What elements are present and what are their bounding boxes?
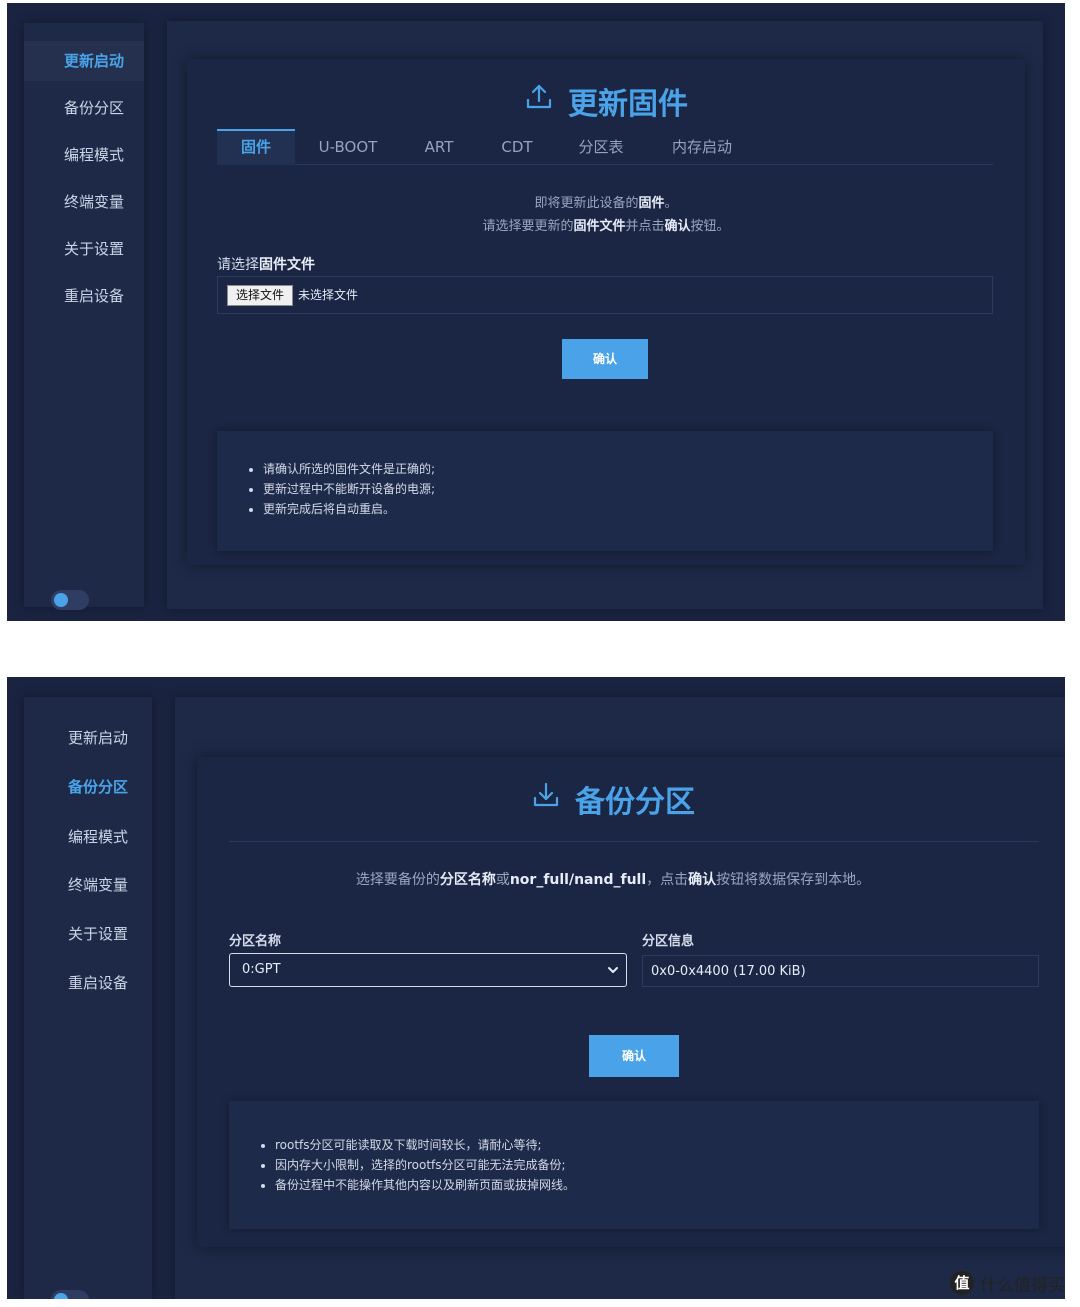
note-item: 备份过程中不能操作其他内容以及刷新页面或拔掉网线。 bbox=[275, 1175, 575, 1195]
notes-box: 请确认所选的固件文件是正确的; 更新过程中不能断开设备的电源; 更新完成后将自动… bbox=[217, 431, 993, 551]
firmware-update-screenshot: 更新启动 备份分区 编程模式 终端变量 关于设置 重启设备 更新固件 固件 U-… bbox=[7, 3, 1065, 621]
description: 选择要备份的分区名称或nor_full/nand_full，点击确认按钮将数据保… bbox=[355, 872, 871, 888]
sidebar-item-programming-mode[interactable]: 编程模式 bbox=[24, 135, 144, 175]
notes-box: rootfs分区可能读取及下载时间较长，请耐心等待; 因内存大小限制，选择的ro… bbox=[229, 1101, 1039, 1229]
theme-toggle[interactable] bbox=[51, 1290, 89, 1299]
toggle-knob bbox=[54, 1293, 68, 1299]
toggle-knob bbox=[54, 593, 68, 607]
tab-u-boot[interactable]: U-BOOT bbox=[303, 129, 393, 165]
partition-select-value: 0:GPT bbox=[242, 962, 281, 977]
theme-toggle[interactable] bbox=[51, 590, 89, 610]
note-item: 更新完成后将自动重启。 bbox=[263, 499, 435, 519]
description-line-1: 即将更新此设备的固件。 bbox=[534, 196, 678, 211]
watermark-text: 什么值得买 bbox=[980, 1276, 1065, 1296]
backup-partition-screenshot: 更新启动 备份分区 编程模式 终端变量 关于设置 重启设备 备份分区 选择要备份… bbox=[7, 677, 1065, 1299]
download-icon bbox=[531, 780, 561, 818]
sidebar-item-reboot-device[interactable]: 重启设备 bbox=[24, 276, 144, 316]
firmware-card: 更新固件 固件 U-BOOT ART CDT 分区表 内存启动 即将更新此设备的… bbox=[187, 59, 1025, 565]
partition-info-label: 分区信息 bbox=[642, 934, 695, 949]
sidebar-item-backup-partition[interactable]: 备份分区 bbox=[24, 767, 152, 807]
tab-partition-table[interactable]: 分区表 bbox=[565, 129, 637, 165]
sidebar-item-label: 终端变量 bbox=[68, 876, 129, 894]
title-text: 备份分区 bbox=[575, 785, 695, 820]
tab-cdt[interactable]: CDT bbox=[485, 129, 549, 165]
note-item: rootfs分区可能读取及下载时间较长，请耐心等待; bbox=[275, 1135, 575, 1155]
sidebar-item-label: 编程模式 bbox=[64, 146, 125, 164]
partition-info-value: 0x0-0x4400 (17.00 KiB) bbox=[651, 964, 806, 979]
tab-firmware[interactable]: 固件 bbox=[217, 129, 295, 165]
firmware-file-input[interactable]: 选择文件 未选择文件 bbox=[217, 276, 993, 314]
sidebar-item-label: 编程模式 bbox=[68, 828, 129, 846]
page-title: 备份分区 bbox=[197, 777, 1029, 821]
description-line-2: 请选择要更新的固件文件并点击确认按钮。 bbox=[482, 219, 730, 234]
sidebar-item-label: 终端变量 bbox=[64, 193, 125, 211]
file-status: 未选择文件 bbox=[298, 288, 359, 302]
sidebar-item-backup-partition[interactable]: 备份分区 bbox=[24, 88, 144, 128]
sidebar-item-terminal-vars[interactable]: 终端变量 bbox=[24, 182, 144, 222]
notes-list: 请确认所选的固件文件是正确的; 更新过程中不能断开设备的电源; 更新完成后将自动… bbox=[263, 459, 435, 519]
sidebar-item-label: 更新启动 bbox=[64, 52, 125, 70]
sidebar-item-terminal-vars[interactable]: 终端变量 bbox=[24, 865, 152, 905]
sidebar: 更新启动 备份分区 编程模式 终端变量 关于设置 重启设备 bbox=[24, 23, 144, 610]
choose-file-button[interactable]: 选择文件 bbox=[227, 285, 293, 306]
sidebar-item-update-boot[interactable]: 更新启动 bbox=[24, 718, 152, 758]
sidebar-item-label: 重启设备 bbox=[68, 974, 129, 992]
sidebar-item-programming-mode[interactable]: 编程模式 bbox=[24, 817, 152, 857]
note-item: 更新过程中不能断开设备的电源; bbox=[263, 479, 435, 499]
notes-list: rootfs分区可能读取及下载时间较长，请耐心等待; 因内存大小限制，选择的ro… bbox=[275, 1135, 575, 1195]
sidebar-item-label: 更新启动 bbox=[68, 729, 129, 747]
sidebar-item-label: 备份分区 bbox=[64, 99, 125, 117]
page-title: 更新固件 bbox=[187, 79, 1025, 123]
sidebar-item-about-settings[interactable]: 关于设置 bbox=[24, 229, 144, 269]
partition-name-label: 分区名称 bbox=[229, 934, 282, 949]
sidebar-item-label: 重启设备 bbox=[64, 287, 125, 305]
sidebar-item-about-settings[interactable]: 关于设置 bbox=[24, 914, 152, 954]
sidebar-item-label: 备份分区 bbox=[68, 778, 129, 796]
title-divider bbox=[229, 841, 1039, 842]
sidebar: 更新启动 备份分区 编程模式 终端变量 关于设置 重启设备 bbox=[24, 697, 152, 1299]
sidebar-item-reboot-device[interactable]: 重启设备 bbox=[24, 963, 152, 1003]
main-area: 更新固件 固件 U-BOOT ART CDT 分区表 内存启动 即将更新此设备的… bbox=[167, 21, 1043, 609]
upload-icon bbox=[524, 82, 554, 120]
watermark-logo-icon: 值 bbox=[950, 1271, 974, 1295]
backup-card: 备份分区 选择要备份的分区名称或nor_full/nand_full，点击确认按… bbox=[197, 757, 1065, 1247]
note-item: 请确认所选的固件文件是正确的; bbox=[263, 459, 435, 479]
partition-info-field: 0x0-0x4400 (17.00 KiB) bbox=[642, 955, 1039, 987]
chevron-down-icon bbox=[606, 960, 620, 984]
file-field-label: 请选择固件文件 bbox=[217, 257, 315, 273]
confirm-button[interactable]: 确认 bbox=[589, 1035, 679, 1077]
sidebar-item-label: 关于设置 bbox=[68, 925, 129, 943]
partition-select[interactable]: 0:GPT bbox=[229, 953, 627, 987]
confirm-button[interactable]: 确认 bbox=[562, 339, 648, 379]
tab-bar: 固件 U-BOOT ART CDT 分区表 内存启动 bbox=[217, 129, 993, 165]
title-text: 更新固件 bbox=[568, 87, 688, 122]
sidebar-item-update-boot[interactable]: 更新启动 bbox=[24, 41, 144, 81]
note-item: 因内存大小限制，选择的rootfs分区可能无法完成备份; bbox=[275, 1155, 575, 1175]
tab-memory-boot[interactable]: 内存启动 bbox=[657, 129, 747, 165]
main-area: 备份分区 选择要备份的分区名称或nor_full/nand_full，点击确认按… bbox=[175, 697, 1065, 1299]
sidebar-item-label: 关于设置 bbox=[64, 240, 125, 258]
tab-art[interactable]: ART bbox=[407, 129, 471, 165]
